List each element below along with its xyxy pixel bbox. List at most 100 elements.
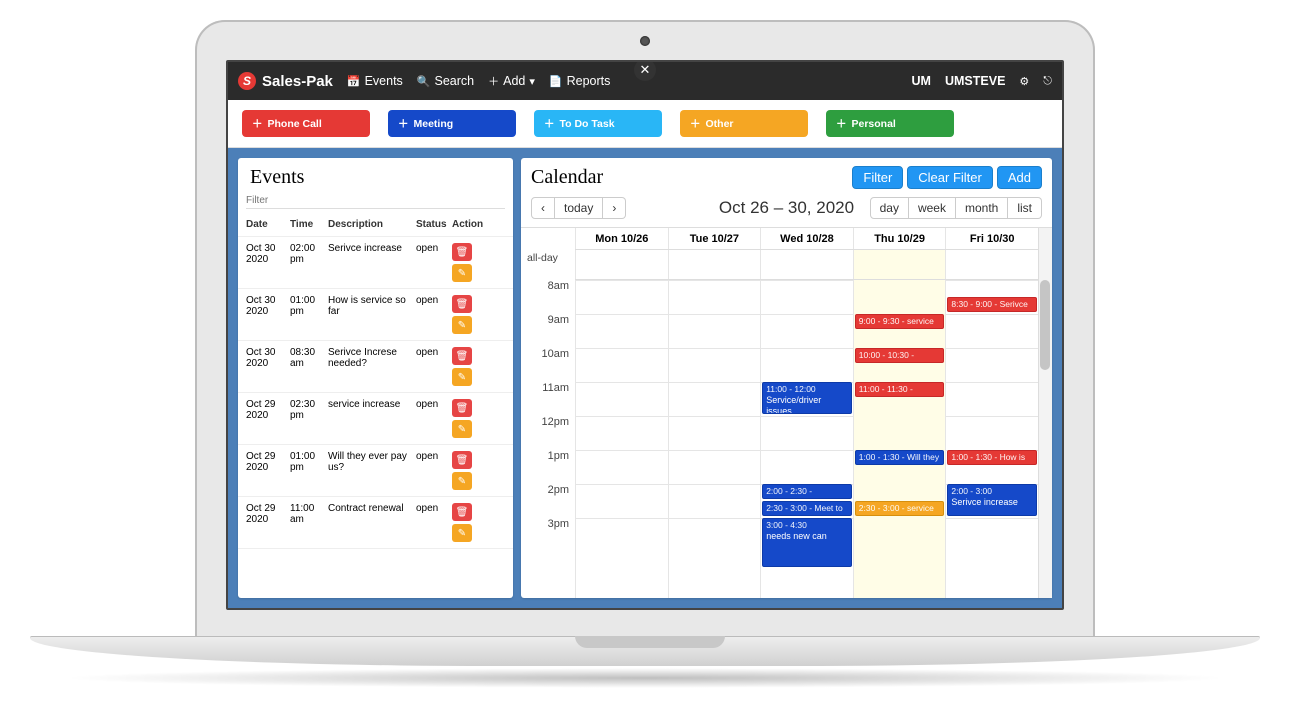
gear-icon[interactable]: ⚙ — [1019, 75, 1029, 88]
laptop-notch — [575, 636, 725, 648]
calendar-day-column[interactable] — [668, 280, 761, 598]
delete-button[interactable]: 🗑 — [452, 243, 472, 261]
scrollbar-track[interactable] — [1038, 228, 1052, 598]
calendar-day-column[interactable]: 9:00 - 9:30 - service 10:00 - 10:30 - ser… — [853, 280, 946, 598]
events-filter-input[interactable] — [246, 193, 505, 209]
calendar-event[interactable]: 11:00 - 11:30 - Contract — [855, 382, 945, 397]
hour-label: 2pm — [521, 484, 575, 518]
calendar-panel: Calendar Filter Clear Filter Add ‹ today… — [521, 158, 1052, 598]
calendar-event[interactable]: 1:00 - 1:30 - How is — [947, 450, 1037, 465]
events-title: Events — [238, 158, 513, 193]
calendar-day-header[interactable]: Wed 10/28 — [760, 228, 853, 249]
calendar-title: Calendar — [531, 166, 848, 189]
edit-button[interactable]: ✎ — [452, 420, 472, 438]
edit-button[interactable]: ✎ — [452, 316, 472, 334]
screen: ✕ S Sales-Pak 📅 Events 🔍 Search ＋ Add ▾ … — [226, 60, 1064, 610]
nav-search[interactable]: 🔍 Search — [417, 74, 474, 88]
caret-down-icon: ▾ — [529, 75, 535, 88]
nav-reports[interactable]: 📄 Reports — [549, 74, 610, 88]
brand[interactable]: S Sales-Pak — [238, 72, 333, 90]
add-personal-button[interactable]: ＋Personal — [826, 110, 954, 137]
calendar-event[interactable]: 2:30 - 3:00 - service — [855, 501, 945, 516]
allday-cell[interactable] — [760, 250, 853, 279]
allday-cell[interactable] — [945, 250, 1038, 279]
close-icon[interactable]: ✕ — [634, 60, 656, 81]
user-initials: UM — [912, 74, 931, 88]
view-day-button[interactable]: day — [870, 197, 909, 219]
file-icon: 📄 — [549, 75, 563, 88]
events-panel: Events Date Time Description Status Acti… — [238, 158, 513, 598]
calendar-event[interactable]: 8:30 - 9:00 - Serivce — [947, 297, 1037, 312]
view-week-button[interactable]: week — [909, 197, 956, 219]
content-body: Events Date Time Description Status Acti… — [228, 148, 1062, 608]
calendar-day-header[interactable]: Tue 10/27 — [668, 228, 761, 249]
hour-label: 10am — [521, 348, 575, 382]
delete-button[interactable]: 🗑 — [452, 295, 472, 313]
calendar-days-header: Mon 10/26Tue 10/27Wed 10/28Thu 10/29Fri … — [575, 228, 1038, 250]
edit-button[interactable]: ✎ — [452, 524, 472, 542]
nav-events[interactable]: 📅 Events — [347, 74, 403, 88]
delete-button[interactable]: 🗑 — [452, 451, 472, 469]
calendar-event[interactable]: 9:00 - 9:30 - service — [855, 314, 945, 329]
scrollbar-thumb[interactable] — [1040, 280, 1050, 370]
calendar-day-header[interactable]: Mon 10/26 — [575, 228, 668, 249]
laptop-frame: ✕ S Sales-Pak 📅 Events 🔍 Search ＋ Add ▾ … — [195, 20, 1095, 650]
calendar-range: Oct 26 – 30, 2020 — [719, 198, 854, 218]
calendar-day-header[interactable]: Fri 10/30 — [945, 228, 1038, 249]
calendar-event[interactable]: 1:00 - 1:30 - Will they — [855, 450, 945, 465]
laptop-camera — [640, 36, 650, 46]
calendar-day-column[interactable]: 11:00 - 12:00Service/driver issues 2:00 -… — [760, 280, 853, 598]
allday-cell[interactable] — [575, 250, 668, 279]
events-table-header: Date Time Description Status Action — [238, 213, 513, 237]
calendar-event[interactable]: 2:00 - 2:30 - Ownership — [762, 484, 852, 499]
hour-label: 3pm — [521, 518, 575, 552]
calendar-event[interactable]: 2:30 - 3:00 - Meet to — [762, 501, 852, 516]
plus-icon: ＋ — [488, 73, 499, 89]
plus-icon: ＋ — [690, 116, 701, 131]
add-other-button[interactable]: ＋Other — [680, 110, 808, 137]
table-row: Oct 30 202008:30 amSerivce Increse neede… — [238, 341, 513, 393]
search-icon: 🔍 — [417, 75, 431, 88]
calendar-nav: ‹ today › Oct 26 – 30, 2020 day week mon… — [521, 191, 1052, 227]
edit-button[interactable]: ✎ — [452, 264, 472, 282]
allday-cell[interactable] — [668, 250, 761, 279]
table-row: Oct 30 202002:00 pmSerivce increaseopen🗑… — [238, 237, 513, 289]
calendar-event[interactable]: 11:00 - 12:00Service/driver issues — [762, 382, 852, 414]
edit-button[interactable]: ✎ — [452, 472, 472, 490]
plus-icon: ＋ — [398, 116, 409, 131]
view-list-button[interactable]: list — [1008, 197, 1042, 219]
calendar-time-body: 8am9am10am11am12pm1pm2pm3pm 11:00 - 12:0… — [521, 280, 1052, 598]
edit-button[interactable]: ✎ — [452, 368, 472, 386]
plus-icon: ＋ — [252, 116, 263, 131]
calendar-prev-button[interactable]: ‹ — [531, 197, 555, 219]
table-row: Oct 29 202011:00 amContract renewalopen🗑… — [238, 497, 513, 549]
add-phone-call-button[interactable]: ＋Phone Call — [242, 110, 370, 137]
table-row: Oct 29 202002:30 pmservice increaseopen🗑… — [238, 393, 513, 445]
hour-label: 8am — [521, 280, 575, 314]
hour-label: 12pm — [521, 416, 575, 450]
calendar-event[interactable]: 10:00 - 10:30 - service — [855, 348, 945, 363]
calendar-next-button[interactable]: › — [603, 197, 626, 219]
delete-button[interactable]: 🗑 — [452, 399, 472, 417]
view-month-button[interactable]: month — [956, 197, 1008, 219]
allday-cell[interactable] — [853, 250, 946, 279]
table-row: Oct 29 202001:00 pmWill they ever pay us… — [238, 445, 513, 497]
calendar-today-button[interactable]: today — [555, 197, 603, 219]
add-meeting-button[interactable]: ＋Meeting — [388, 110, 516, 137]
calendar-day-header[interactable]: Thu 10/29 — [853, 228, 946, 249]
calendar-day-column[interactable] — [575, 280, 668, 598]
calendar-event[interactable]: 2:00 - 3:00Serivce increase — [947, 484, 1037, 516]
delete-button[interactable]: 🗑 — [452, 347, 472, 365]
calendar-filter-button[interactable]: Filter — [852, 166, 903, 189]
logout-icon[interactable]: ⎋ — [1043, 75, 1052, 88]
allday-row — [575, 250, 1038, 280]
add-todo-button[interactable]: ＋To Do Task — [534, 110, 662, 137]
nav-add[interactable]: ＋ Add ▾ — [488, 73, 535, 89]
calendar-event[interactable]: 3:00 - 4:30needs new can — [762, 518, 852, 567]
calendar-clear-filter-button[interactable]: Clear Filter — [907, 166, 993, 189]
user-name[interactable]: UMSTEVE — [945, 74, 1005, 88]
calendar-day-column[interactable]: 8:30 - 9:00 - Serivce 1:00 - 1:30 - How i… — [945, 280, 1038, 598]
hour-label: 9am — [521, 314, 575, 348]
calendar-add-button[interactable]: Add — [997, 166, 1042, 189]
delete-button[interactable]: 🗑 — [452, 503, 472, 521]
